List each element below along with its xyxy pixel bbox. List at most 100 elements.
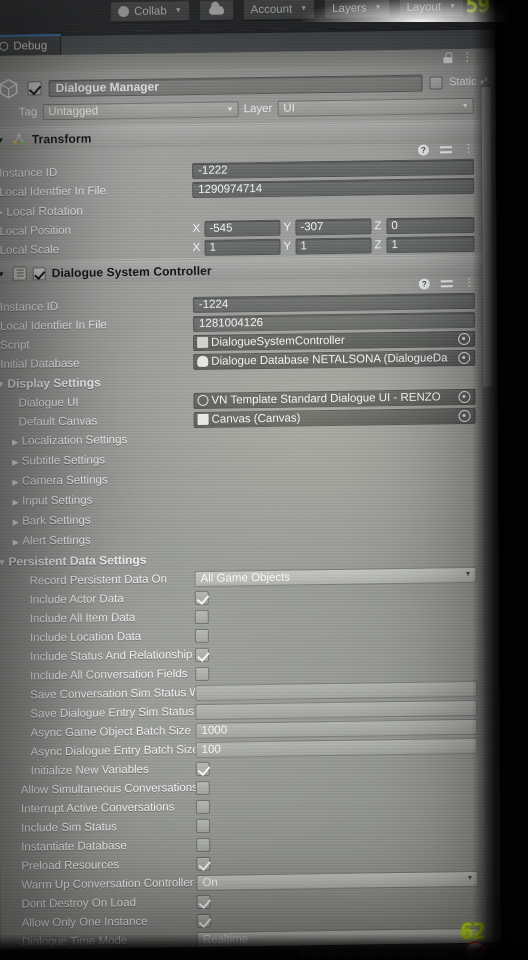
include-location-data-checkbox[interactable] (194, 628, 209, 643)
object-picker-icon[interactable] (458, 409, 471, 422)
gameobject-enabled-checkbox[interactable] (27, 81, 42, 96)
inspector-panel: ⋮ Dialogue Manager Static ▼ Tag Untagged … (0, 48, 501, 955)
property-label: Include Location Data (29, 630, 142, 644)
foldout-arrow-icon[interactable]: ▼ (0, 269, 7, 278)
vector3-local-scale: X 1 Y 1 Z 1 (192, 235, 475, 256)
layers-button[interactable]: Layers ▼ (324, 0, 390, 20)
chevron-down-icon: ▼ (466, 874, 474, 883)
gameobject-name-field[interactable]: Dialogue Manager (48, 74, 423, 97)
property-label: Interrupt Active Conversations (20, 800, 175, 816)
object-picker-icon[interactable] (458, 351, 471, 364)
static-checkbox[interactable] (429, 75, 443, 89)
initialize-new-variables-checkbox[interactable] (195, 761, 210, 776)
cube-icon (0, 77, 21, 101)
layer-dropdown[interactable]: UI ▼ (277, 97, 474, 117)
chevron-down-icon: ▼ (226, 105, 234, 114)
foldout-label: Display Settings (7, 375, 101, 391)
chevron-down-icon: ▼ (174, 7, 182, 15)
property-label: Local Scale (0, 243, 60, 257)
tag-value: Untagged (48, 105, 99, 119)
property-label: Async Game Object Batch Size (30, 724, 191, 739)
help-icon[interactable]: ? (417, 144, 429, 156)
include-actor-data-checkbox[interactable] (194, 590, 209, 605)
layout-button[interactable]: Layout ▼ (398, 0, 465, 18)
allow-simultaneous-conversations-checkbox[interactable] (195, 780, 210, 795)
foldout-arrow-icon[interactable]: ▼ (0, 135, 6, 144)
foldout-arrow-icon: ▶ (12, 537, 19, 547)
status-message[interactable]: Bake paused in play mode (302, 946, 459, 960)
tab-debug[interactable]: Debug (0, 33, 62, 57)
property-label: Instance ID (0, 166, 58, 180)
cloud-services-button[interactable] (198, 0, 234, 21)
prohibition-icon (464, 940, 487, 960)
enum-value: Realtime (202, 932, 249, 946)
monitor-photo: Collab ▼ Account ▼ Layers ▼ Layout ▼ 59 … (0, 0, 528, 960)
account-label: Account (250, 3, 293, 16)
scale-y-field[interactable]: 1 (295, 236, 372, 254)
script-icon (12, 266, 27, 281)
scale-z-field[interactable]: 1 (386, 235, 475, 253)
property-label: Include All Item Data (29, 611, 136, 625)
property-label: Initialize New Variables (30, 763, 149, 777)
kebab-menu-icon[interactable]: ⋮ (464, 277, 475, 289)
allow-only-one-instance-checkbox[interactable] (196, 913, 211, 928)
transform-icon (12, 132, 26, 146)
collab-circle-icon (118, 5, 130, 18)
interrupt-active-conversations-checkbox[interactable] (195, 799, 211, 814)
position-z-field[interactable]: 0 (386, 216, 475, 234)
property-label: Instantiate Database (21, 839, 127, 854)
kebab-menu-icon[interactable]: ⋮ (463, 143, 474, 155)
tag-dropdown[interactable]: Untagged ▼ (42, 101, 239, 121)
axis-x-label: X (192, 222, 201, 235)
foldout-label: Local Rotation (6, 203, 84, 219)
scroll-up-arrow-icon[interactable]: ▲ (481, 75, 490, 84)
foldout-label: Subtitle Settings (21, 454, 105, 468)
property-label: Dialogue Time Mode (21, 934, 128, 949)
include-status-and-relationship-checkbox[interactable] (194, 647, 210, 662)
object-picker-icon[interactable] (458, 390, 471, 403)
instantiate-database-checkbox[interactable] (196, 837, 211, 852)
preset-icon[interactable] (441, 278, 453, 289)
lock-icon[interactable] (443, 52, 452, 63)
enum-value: All Game Objects (200, 571, 291, 585)
include-all-conversation-fields-checkbox[interactable] (195, 666, 210, 681)
chevron-down-icon: ▼ (300, 5, 308, 13)
foldout-label: Bark Settings (22, 514, 91, 528)
property-label: Allow Only One Instance (21, 915, 148, 930)
dont-destroy-on-load-checkbox[interactable] (196, 894, 211, 909)
position-x-field[interactable]: -545 (204, 219, 281, 237)
fps-counter-top: 59 (465, 0, 490, 17)
component-enabled-checkbox[interactable] (32, 266, 46, 280)
scale-x-field[interactable]: 1 (204, 238, 281, 256)
property-label: Dialogue UI (18, 396, 79, 410)
help-icon[interactable]: ? (418, 278, 430, 290)
foldout-label: Persistent Data Settings (8, 552, 147, 569)
preset-icon[interactable] (440, 144, 452, 155)
position-y-field[interactable]: -307 (295, 217, 372, 235)
include-all-item-data-checkbox[interactable] (194, 609, 209, 624)
property-label: Initial Database (0, 357, 80, 371)
include-sim-status-checkbox[interactable] (196, 818, 211, 833)
static-label: Static (449, 75, 477, 89)
chevron-down-icon: ▼ (464, 570, 472, 579)
property-label: Warm Up Conversation Controller (21, 876, 194, 892)
preload-resources-checkbox[interactable] (196, 856, 211, 871)
foldout-label: Input Settings (22, 494, 93, 508)
foldout-arrow-icon: ▶ (12, 477, 19, 487)
scrollbar-thumb[interactable] (481, 86, 493, 387)
account-button[interactable]: Account ▼ (242, 0, 316, 21)
property-label: Dont Destroy On Load (21, 896, 137, 911)
property-label: Include Sim Status (21, 820, 118, 835)
kebab-menu-icon[interactable]: ⋮ (461, 49, 473, 63)
object-picker-icon[interactable] (458, 332, 471, 345)
foldout-arrow-icon: ▶ (12, 457, 19, 467)
chevron-down-icon: ▼ (374, 4, 382, 12)
foldout-arrow-icon: ▶ (12, 437, 19, 447)
collab-button[interactable]: Collab ▼ (110, 0, 190, 23)
property-label: Local Identfier In File (0, 318, 107, 333)
inspector-tab-icon (0, 41, 9, 51)
prefab-icon (197, 394, 209, 406)
initial-database-value: Dialogue Database NETALSONA (DialogueDa (211, 351, 448, 368)
property-label: Preload Resources (21, 858, 120, 873)
property-label: Allow Simultaneous Conversations (20, 781, 196, 797)
